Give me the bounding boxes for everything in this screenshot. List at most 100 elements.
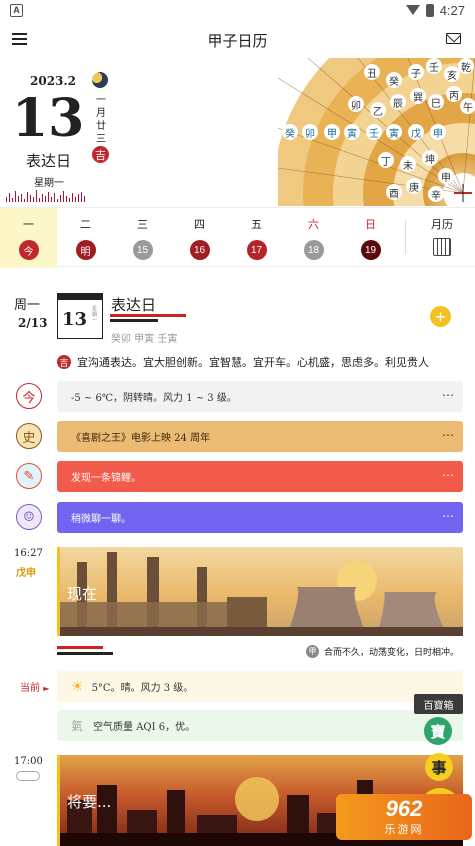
week-separator xyxy=(405,220,406,254)
week-day-circle: 19 xyxy=(360,240,381,260)
compass-char: 丁 xyxy=(378,152,394,168)
moon-phase-icon xyxy=(92,72,108,88)
add-button[interactable]: + xyxy=(430,306,451,327)
app-bar: 甲子日历 xyxy=(0,22,475,58)
compass-char: 乙 xyxy=(370,102,386,118)
week-day-3[interactable]: 三 15 xyxy=(114,208,171,268)
wifi-icon xyxy=(405,5,420,15)
year-month: 2023.2 xyxy=(30,74,76,88)
scene-next-time: 17:00 xyxy=(14,756,43,767)
lunar-date: 一月廿三 xyxy=(96,95,106,145)
scene-next-accent xyxy=(57,755,60,846)
scene-now-card[interactable]: 现在 xyxy=(57,547,463,636)
feed-text: 《喜剧之王》电影上映 24 周年 xyxy=(71,433,211,444)
ji-badge-small: 吉 xyxy=(57,355,71,369)
compass-char: 癸 xyxy=(282,124,298,140)
scene-now-ganzhi: 戊申 xyxy=(16,568,36,579)
current-label: 当前 ► xyxy=(20,683,50,694)
compass-char: 寅 xyxy=(386,124,402,140)
compass-char: 庚 xyxy=(406,178,422,194)
current-weather-text: 5°C。晴。风力 3 级。 xyxy=(91,683,194,694)
compass-char: 酉 xyxy=(386,184,402,200)
feed-card-2[interactable]: 《喜剧之王》电影上映 24 周年 ⋯ xyxy=(57,421,463,452)
feed-text: 发现一条锦鲤。 xyxy=(71,473,141,484)
mini-calendar-icon: 13 星期一 xyxy=(57,293,103,339)
feed-icon-3: ✎ xyxy=(16,463,42,489)
underline-red xyxy=(110,314,186,317)
feed-card-3[interactable]: 发现一条锦鲤。 ⋯ xyxy=(57,461,463,492)
feed-card-1[interactable]: -5 ~ 6℃，阴转晴。风力 1 ~ 3 级。 ⋯ xyxy=(57,381,463,412)
scene-now-accent xyxy=(57,547,60,636)
scene-now-time: 16:27 xyxy=(14,548,43,559)
day-ticks-decoration xyxy=(6,188,92,202)
today-summary[interactable]: 周一 2/13 13 星期一 表达日 癸卯 甲寅 壬寅 + 吉 宜沟通表达。宜大… xyxy=(0,268,475,378)
battery-icon xyxy=(425,3,434,17)
more-icon[interactable]: ⋯ xyxy=(442,509,455,523)
underline-black xyxy=(110,319,158,322)
feed-icon-1: 今 xyxy=(16,383,42,409)
current-weather-card[interactable]: ☀ 5°C。晴。风力 3 级。 xyxy=(57,671,463,702)
week-day-label: 日 xyxy=(365,218,376,231)
week-day-circle: 18 xyxy=(303,240,324,260)
sun-icon: ☀ xyxy=(71,678,84,695)
more-icon[interactable]: ⋯ xyxy=(442,468,455,482)
compass-char: 未 xyxy=(400,156,416,172)
ji-badge: 吉 xyxy=(92,146,109,163)
week-day-1[interactable]: 一今 xyxy=(0,208,57,268)
week-day-circle: 16 xyxy=(189,240,210,260)
menu-icon[interactable] xyxy=(12,33,27,45)
compass-char: 丑 xyxy=(364,64,380,80)
compass-char: 寅 xyxy=(344,124,360,140)
compass-char: 壬 xyxy=(366,124,382,140)
more-icon[interactable]: ⋯ xyxy=(442,428,455,442)
scene-next-caption: 将要... xyxy=(67,793,112,811)
week-day-2[interactable]: 二明 xyxy=(57,208,114,268)
compass-char: 申 xyxy=(438,168,454,184)
luopan-compass[interactable]: 丑癸子壬亥乾卯乙辰巽巳丙午癸卯甲寅壬寅戊申丁未坤申庚酉辛 xyxy=(278,58,475,206)
week-day-4[interactable]: 四 16 xyxy=(171,208,228,268)
week-strip: 一今二明三 15 四 16 五 17 六 18 日 19 月历 xyxy=(0,207,475,268)
compass-char: 甲 xyxy=(324,124,340,140)
weekday-label: 星期一 xyxy=(34,178,64,189)
week-day-circle: 明 xyxy=(75,240,96,260)
date-hero[interactable]: 2023.2 13 表达日 星期一 一月廿三 吉 丑 癸 子 壬 亥 乾 卯 乙… xyxy=(0,58,475,206)
week-day-6[interactable]: 六 18 xyxy=(285,208,342,268)
watermark-logo: 962 乐游网 xyxy=(336,794,472,840)
day-name: 表达日 xyxy=(26,152,72,170)
mail-icon[interactable] xyxy=(446,33,461,44)
feed-card-4[interactable]: 稍微聊一聊。 ⋯ xyxy=(57,502,463,533)
treasure-box-badge[interactable]: 百寶箱 xyxy=(414,694,463,714)
week-day-circle: 15 xyxy=(132,240,153,260)
more-icon[interactable]: ⋯ xyxy=(442,388,455,402)
aqi-card[interactable]: 氣 空气质量 AQI 6，优。 xyxy=(57,710,463,741)
compass-char: 乾 xyxy=(458,58,474,74)
compass-char: 壬 xyxy=(426,58,442,74)
mini-calendar-day: 13 xyxy=(62,309,88,330)
month-calendar-button[interactable]: 月历 xyxy=(412,208,472,268)
today-name: 表达日 xyxy=(111,296,157,314)
scene-now-caption: 现在 xyxy=(67,585,98,603)
aqi-icon: 氣 xyxy=(71,719,84,733)
week-day-label: 四 xyxy=(194,218,205,231)
compass-char: 丙 xyxy=(446,86,462,102)
compass-char: 卯 xyxy=(348,96,364,112)
week-day-label: 一 xyxy=(23,218,34,231)
factory-illustration xyxy=(57,552,463,636)
week-day-circle: 今 xyxy=(18,240,39,260)
month-calendar-label: 月历 xyxy=(431,218,453,231)
app-title: 甲子日历 xyxy=(207,31,268,50)
week-day-7[interactable]: 日 19 xyxy=(342,208,399,268)
compass-char: 巳 xyxy=(428,94,444,110)
yi-ji-row: 吉 宜沟通表达。宜大胆创新。宜智慧。宜开车。心机盛，思虑多。利见贵人 xyxy=(57,354,429,370)
event-fab[interactable]: 事 xyxy=(425,753,453,781)
today-weekday: 周一 xyxy=(14,298,41,313)
big-day-number: 13 xyxy=(12,88,85,149)
week-day-label: 二 xyxy=(80,218,91,231)
week-day-label: 五 xyxy=(251,218,262,231)
week-day-5[interactable]: 五 17 xyxy=(228,208,285,268)
compass-char: 癸 xyxy=(386,72,402,88)
status-bar: A 4:27 xyxy=(0,0,475,20)
compass-char: 午 xyxy=(460,98,475,114)
compass-char: 卯 xyxy=(302,124,318,140)
treasure-fab[interactable]: 寶 xyxy=(424,717,452,745)
